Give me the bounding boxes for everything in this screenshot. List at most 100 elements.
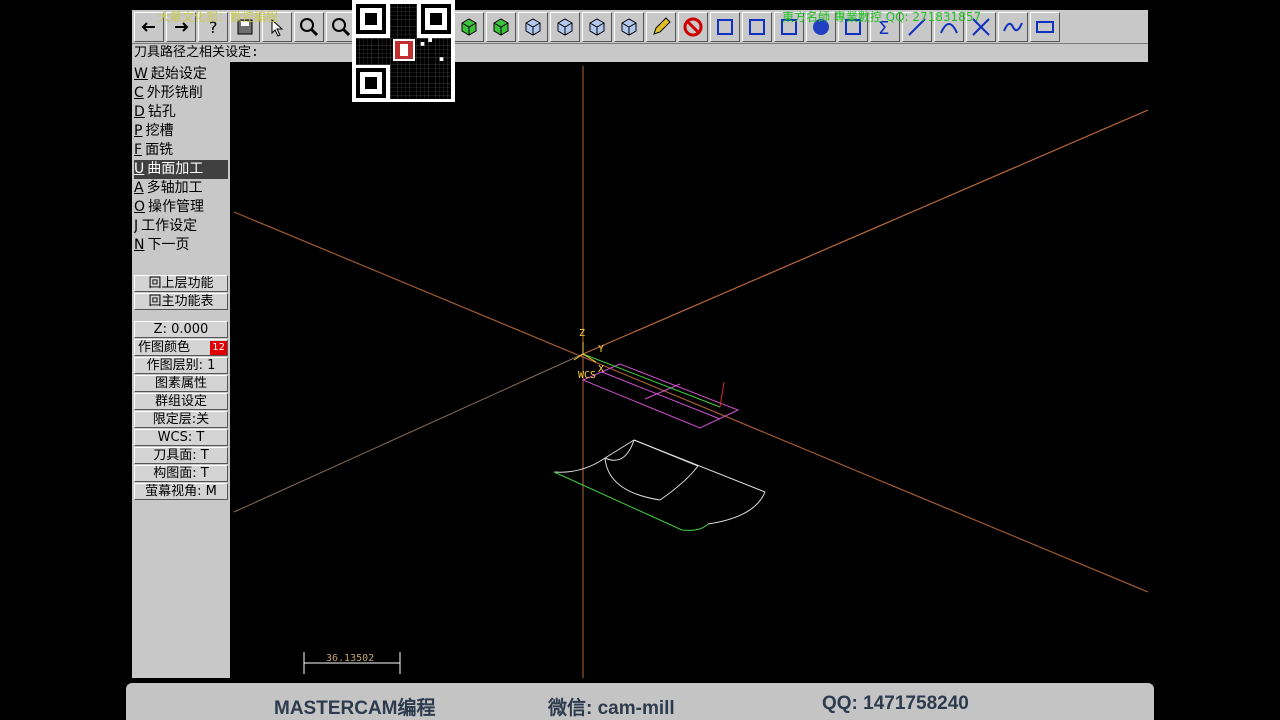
cube-front-button[interactable] <box>550 11 580 42</box>
left-menu-panel: W 起始设定 C 外形铣削 D 钻孔 P 挖槽 F 面铣 U 曲面加工 A 多轴加工 O 操作管理 J 工作设定 N… <box>132 62 230 678</box>
view-side-icon <box>493 17 509 36</box>
cube-front-icon <box>557 17 573 36</box>
copy-button[interactable] <box>742 11 772 42</box>
menu-item[interactable]: W 起始设定 <box>134 65 228 84</box>
menu-item-label: 起始设定 <box>150 66 207 82</box>
menu-item-label: 工作设定 <box>141 218 198 234</box>
main-menu-button[interactable]: 回主功能表 <box>134 293 228 310</box>
wcs-button[interactable]: WCS: T <box>134 429 228 446</box>
move-icon <box>717 18 733 35</box>
screen-view-button[interactable]: 萤幕视角: M <box>134 483 228 500</box>
limit-level-label: 限定层:关 <box>152 412 210 427</box>
zoom-in-icon <box>300 17 319 36</box>
menu-item[interactable]: N 下一页 <box>134 236 228 255</box>
diagonal-axis-line <box>233 353 584 513</box>
z-depth-button[interactable]: Z: 0.000 <box>134 321 228 338</box>
mastercam-window: ? Σ 大華文化部：數控編程 東方名師 專業數控 QQ: 271831857 刀具… <box>132 10 1148 678</box>
pencil-icon <box>653 16 671 35</box>
group-button[interactable]: 群组设定 <box>134 393 228 410</box>
wcs-label: WCS <box>578 370 596 381</box>
move-button[interactable] <box>710 11 740 42</box>
draw-level-value: 作图层别: 1 <box>146 358 216 373</box>
footer-brand: MASTERCAM编程 <box>274 698 436 719</box>
menu-item-label: 下一页 <box>147 237 190 253</box>
menu-item-hotkey: N <box>134 237 145 253</box>
screen-view-value: 萤幕视角: M <box>145 484 217 499</box>
draw-color-button[interactable]: 作图颜色 12 <box>134 339 228 356</box>
menu-item[interactable]: O 操作管理 <box>134 198 228 217</box>
menu-item-label: 操作管理 <box>148 199 205 215</box>
spline-button[interactable] <box>998 11 1028 42</box>
qr-code-image <box>352 0 455 102</box>
tool-plane-button[interactable]: 刀具面: T <box>134 447 228 464</box>
rectangle-button[interactable] <box>1030 11 1060 42</box>
z-depth-value: Z: 0.000 <box>153 322 209 337</box>
view-front-icon <box>461 17 477 36</box>
spline-icon <box>1003 22 1023 31</box>
menu-item[interactable]: U 曲面加工 <box>134 160 228 179</box>
back-level-label: 回上层功能 <box>148 276 214 291</box>
menu-item-hotkey: O <box>134 199 146 215</box>
cube-right-icon <box>589 17 605 36</box>
menu-item-label: 外形铣削 <box>146 85 203 101</box>
draw-color-badge: 12 <box>210 341 227 355</box>
no-entry-button[interactable] <box>678 11 708 42</box>
menu-item[interactable]: A 多轴加工 <box>134 179 228 198</box>
main-menu-label: 回主功能表 <box>148 294 214 309</box>
axis-label-z: Z <box>579 328 585 339</box>
main-toolbar: ? Σ 大華文化部：數控編程 東方名師 專業數控 QQ: 271831857 <box>132 10 1148 44</box>
y-axis-line <box>582 109 1148 355</box>
menu-item-hotkey: W <box>134 66 148 82</box>
axis-label-y: Y <box>598 344 604 355</box>
construction-plane-button[interactable]: 构图面: T <box>134 465 228 482</box>
footer-qq: QQ: 1471758240 <box>822 693 969 714</box>
rectangle-icon <box>1036 20 1054 33</box>
x-axis-line <box>233 211 1148 593</box>
footer-wechat: 微信: cam-mill <box>548 698 675 719</box>
menu-item-hotkey: P <box>134 123 143 139</box>
menu-item-label: 曲面加工 <box>147 161 204 177</box>
pencil-button[interactable] <box>646 11 676 42</box>
menu-item[interactable]: J 工作设定 <box>134 217 228 236</box>
graphics-viewport[interactable]: Z Y X WCS 36.13502 <box>230 62 1148 678</box>
scale-value: 36.13502 <box>326 653 374 664</box>
zoom-out-icon <box>332 17 351 36</box>
group-label: 群组设定 <box>154 394 207 409</box>
cube-iso-button[interactable] <box>614 11 644 42</box>
attributes-button[interactable]: 图素属性 <box>134 375 228 392</box>
wcs-value: WCS: T <box>157 430 205 445</box>
menu-item-hotkey: U <box>134 161 145 177</box>
menu-item-label: 面铣 <box>145 142 174 158</box>
attributes-label: 图素属性 <box>154 376 207 391</box>
menu-item[interactable]: D 钻孔 <box>134 103 228 122</box>
back-level-button[interactable]: 回上层功能 <box>134 275 228 292</box>
view-side-button[interactable] <box>486 11 516 42</box>
menu-item[interactable]: P 挖槽 <box>134 122 228 141</box>
cube-top-button[interactable] <box>518 11 548 42</box>
menu-item-label: 多轴加工 <box>146 180 203 196</box>
limit-level-button[interactable]: 限定层:关 <box>134 411 228 428</box>
draw-color-label: 作图颜色 <box>138 340 191 355</box>
view-front-button[interactable] <box>454 11 484 42</box>
cube-iso-icon <box>621 17 637 36</box>
menu-item-hotkey: D <box>134 104 145 120</box>
cube-top-icon <box>525 17 541 36</box>
menu-item[interactable]: F 面铣 <box>134 141 228 160</box>
menu-item-label: 挖槽 <box>145 123 174 139</box>
tool-plane-value: 刀具面: T <box>153 448 209 463</box>
viewport-canvas: Z Y X WCS 36.13502 <box>233 66 1148 678</box>
axis-label-x: X <box>598 364 604 375</box>
cube-right-button[interactable] <box>582 11 612 42</box>
watermark-footer: MASTERCAM编程 微信: cam-mill QQ: 1471758240 <box>126 683 1154 720</box>
menu-item-hotkey: J <box>134 218 139 234</box>
menu-item[interactable]: C 外形铣削 <box>134 84 228 103</box>
draw-level-button[interactable]: 作图层别: 1 <box>134 357 228 374</box>
copy-icon <box>749 18 765 35</box>
prompt-text: 刀具路径之相关设定: <box>134 45 259 60</box>
toolbar-marquee-left: 大華文化部：數控編程 <box>158 10 279 24</box>
construction-plane-value: 构图面: T <box>153 466 209 481</box>
no-entry-icon <box>683 17 703 36</box>
toolbar-marquee-right: 東方名師 專業數控 QQ: 271831857 <box>782 10 982 24</box>
surface-model <box>553 439 766 531</box>
zoom-in-button[interactable] <box>294 11 324 42</box>
